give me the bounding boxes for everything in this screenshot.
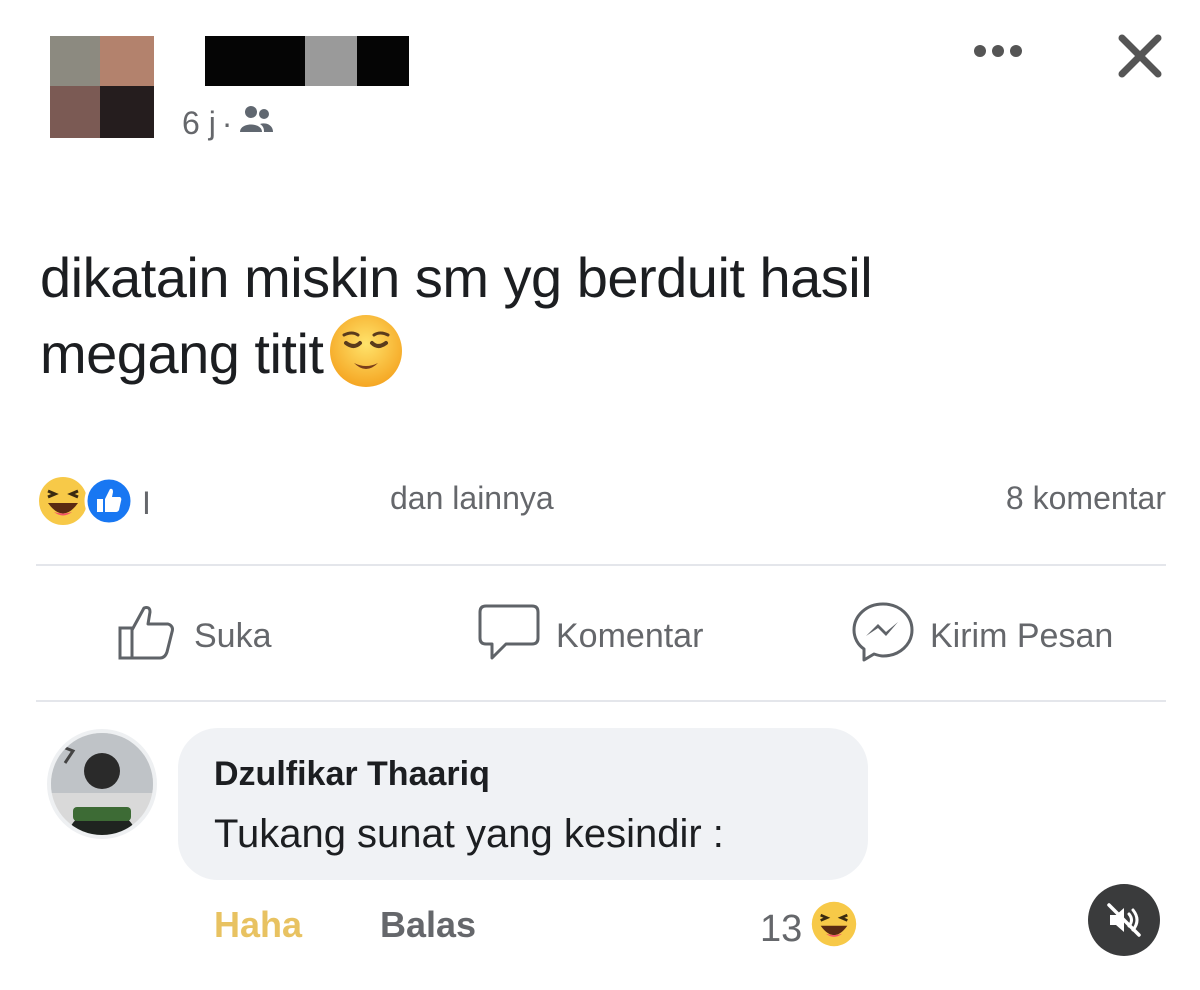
comment-text: Tukang sunat yang kesindir : [214, 812, 724, 856]
reaction-summary[interactable]: I [36, 474, 151, 533]
comment-reaction-count-value: 13 [760, 907, 803, 950]
thumbs-up-icon [116, 600, 180, 673]
meta-separator: · [221, 104, 233, 141]
speech-bubble-icon [476, 600, 542, 673]
comments-count[interactable]: 8 komentar [1006, 480, 1166, 517]
comment-reaction-count[interactable]: 13 [760, 900, 858, 958]
divider-bottom [36, 700, 1166, 702]
like-button[interactable]: Suka [116, 600, 272, 673]
friends-icon [238, 104, 274, 142]
reaction-count-glyph: I [142, 485, 151, 521]
comment-haha-button[interactable]: Haha [214, 904, 302, 946]
messenger-icon [850, 600, 916, 673]
post-time: 6 j [182, 104, 216, 141]
post-text-line2: megang titit [40, 315, 1160, 392]
comment-author[interactable]: Dzulfikar Thaariq [214, 755, 490, 794]
author-name-censored[interactable] [205, 36, 409, 86]
haha-reaction-icon [36, 474, 90, 533]
post-meta: 6 j · [182, 104, 274, 142]
like-reaction-icon [84, 476, 134, 531]
speaker-muted-icon[interactable] [1088, 884, 1160, 956]
comment-reply-button[interactable]: Balas [380, 904, 476, 946]
haha-reaction-icon [810, 900, 858, 958]
like-label: Suka [194, 617, 272, 655]
comment-bubble [178, 728, 868, 880]
author-avatar-censored[interactable] [50, 36, 154, 138]
comment-label: Komentar [556, 617, 704, 655]
commenter-avatar[interactable] [47, 729, 157, 839]
post-text-line1: dikatain miskin sm yg berduit hasil [40, 246, 873, 309]
divider-top [36, 564, 1166, 566]
send-message-button[interactable]: Kirim Pesan [850, 600, 1113, 673]
comment-button[interactable]: Komentar [476, 600, 703, 673]
reactions-more-label[interactable]: dan lainnya [390, 480, 554, 517]
post-text: dikatain miskin sm yg berduit hasil mega… [40, 240, 1160, 392]
more-horizontal-icon[interactable] [974, 43, 1030, 59]
post-text-line2-label: megang titit [40, 322, 324, 385]
send-label: Kirim Pesan [930, 617, 1114, 655]
close-icon[interactable] [1112, 28, 1168, 84]
relieved-face-emoji [326, 311, 406, 391]
